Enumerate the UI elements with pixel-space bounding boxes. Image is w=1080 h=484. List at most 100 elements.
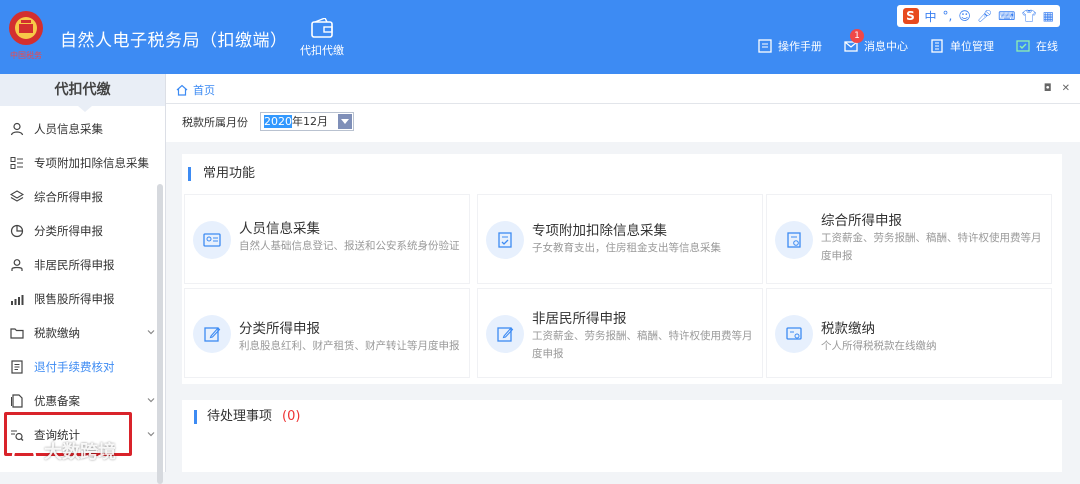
card-tax-payment[interactable]: 税款缴纳 个人所得税税款在线缴纳 [766,288,1052,378]
report-icon [775,221,813,259]
card-desc: 工资薪金、劳务报酬、稿酬、特许权使用费等月度申报 [532,330,753,360]
card-title: 人员信息采集 [239,221,320,237]
unit-management-link[interactable]: 单位管理 [930,38,994,54]
sidebar-item-restricted-shares[interactable]: 限售股所得申报 [0,282,165,316]
card-desc: 子女教育支出，住房租金支出等信息采集 [532,242,721,254]
common-functions-title: 常用功能 [188,167,255,181]
ime-lang[interactable]: 中 [925,8,937,25]
message-center-link[interactable]: 1 消息中心 [844,29,908,54]
person-icon [10,122,24,136]
wallet-icon [311,18,333,38]
manual-link[interactable]: 操作手册 [758,38,822,54]
sidebar-item-label: 税款缴纳 [34,326,80,340]
manual-icon [758,39,772,53]
online-icon [1016,40,1030,52]
pending-count[interactable]: (0) [282,409,300,424]
watermark-text: 大数跨境 [44,442,116,463]
card-desc: 工资薪金、劳务报酬、稿酬、特许权使用费等月度申报 [821,232,1042,262]
card-desc: 自然人基础信息登记、报送和公安系统身份验证 [239,240,460,252]
watermark-logo-icon [11,444,37,459]
sidebar-item-personnel-info[interactable]: 人员信息采集 [0,112,165,146]
sidebar-item-special-deduction[interactable]: 专项附加扣除信息采集 [0,146,165,180]
card-classified-income[interactable]: 分类所得申报 利息股息红利、财产租赁、财产转让等月度申报 [184,288,470,378]
card-nonresident-income[interactable]: 非居民所得申报 工资薪金、劳务报酬、稿酬、特许权使用费等月度申报 [477,288,763,378]
layers-icon [10,190,24,202]
manual-label: 操作手册 [778,40,822,53]
card-personnel-info[interactable]: 人员信息采集 自然人基础信息登记、报送和公安系统身份验证 [184,194,470,284]
top-header: 中国税务 自然人电子税务局（扣缴端） 代扣代缴 S 中 °, ☺ 🎤︎ ⌨ 👕︎… [0,0,1080,74]
period-select[interactable]: 2020年12月 [260,112,354,131]
card-title: 税款缴纳 [821,321,875,337]
sidebar-item-label: 人员信息采集 [34,122,103,136]
doc-check-icon [486,221,524,259]
card-comprehensive-income[interactable]: 综合所得申报 工资薪金、劳务报酬、稿酬、特许权使用费等月度申报 [766,194,1052,284]
person-outline-icon [11,259,23,271]
pie-icon [10,224,24,238]
card-desc: 个人所得税税款在线缴纳 [821,340,937,352]
sidebar-item-classified-income[interactable]: 分类所得申报 [0,214,165,248]
restore-icon[interactable]: ◘ [1044,83,1052,94]
sidebar-item-label: 分类所得申报 [34,224,103,238]
sidebar-scrollbar[interactable] [157,184,163,484]
list-icon [10,157,23,169]
pending-title-label: 待处理事项 [207,409,273,424]
close-icon[interactable]: ✕ [1062,83,1070,94]
tab-home[interactable]: 首页 [176,82,215,98]
watermark: 大数跨境 [10,438,116,464]
shirt-icon[interactable]: 👕︎ [1021,9,1036,23]
file-icon [11,394,23,408]
doc-icon [11,360,23,374]
common-functions-panel: 常用功能 人员信息采集 自然人基础信息登记、报送和公安系统身份验证 专项附加扣除… [182,154,1062,384]
card-title: 专项附加扣除信息采集 [532,223,667,239]
card-desc: 利息股息红利、财产租赁、财产转让等月度申报 [239,340,460,352]
sidebar: 代扣代缴 人员信息采集 专项附加扣除信息采集 综合所得申报 分类所得申报 非居民… [0,74,166,484]
sidebar-item-refund-fee-check[interactable]: 退付手续费核对 [0,350,165,384]
card-title: 非居民所得申报 [532,311,627,327]
message-badge: 1 [850,29,864,43]
nav-withholding[interactable]: 代扣代缴 [296,18,348,58]
unit-management-label: 单位管理 [950,40,994,53]
nav-withholding-label: 代扣代缴 [300,44,344,57]
keyboard-icon[interactable]: ⌨ [998,9,1015,23]
id-card-icon [193,221,231,259]
folder-icon [10,328,24,339]
sidebar-item-comprehensive-income[interactable]: 综合所得申报 [0,180,165,214]
dropdown-arrow-icon[interactable] [338,114,352,129]
building-icon [931,39,943,53]
ime-toolbar[interactable]: S 中 °, ☺ 🎤︎ ⌨ 👕︎ ▦ [896,5,1060,27]
period-month: 年12月 [292,115,328,128]
ime-punct[interactable]: °, [943,9,953,23]
sidebar-item-nonresident-income[interactable]: 非居民所得申报 [0,248,165,282]
payment-icon [775,315,813,353]
message-label: 消息中心 [864,40,908,53]
chevron-down-icon[interactable] [147,430,155,438]
sidebar-title: 代扣代缴 [0,74,165,112]
card-title: 分类所得申报 [239,321,320,337]
pending-panel: 待处理事项 (0) [182,400,1062,472]
emoji-icon[interactable]: ☺ [958,9,971,23]
chevron-down-icon[interactable] [147,328,155,336]
home-icon [176,84,188,96]
sidebar-item-label: 综合所得申报 [34,190,103,204]
online-label: 在线 [1036,40,1058,53]
tab-bar: 首页 ◘ ✕ [166,74,1080,104]
edit-icon [486,315,524,353]
ime-logo: S [902,8,919,24]
sidebar-item-tax-payment[interactable]: 税款缴纳 [0,316,165,350]
tab-home-label: 首页 [193,84,215,97]
grid-icon[interactable]: ▦ [1043,9,1054,23]
sidebar-item-label: 专项附加扣除信息采集 [34,156,149,170]
card-special-deduction[interactable]: 专项附加扣除信息采集 子女教育支出，住房租金支出等信息采集 [477,194,763,284]
bar-chart-icon [11,295,24,305]
period-row: 税款所属月份 2020年12月 [166,104,1080,142]
mic-icon[interactable]: 🎤︎ [977,9,992,23]
edit-icon [193,315,231,353]
sidebar-item-label: 限售股所得申报 [34,292,115,306]
period-year: 2020 [264,115,292,128]
chevron-down-icon[interactable] [147,396,155,404]
online-status[interactable]: 在线 [1016,38,1058,54]
card-title: 综合所得申报 [821,213,902,229]
svg-text:中国税务: 中国税务 [10,50,42,60]
pending-title: 待处理事项 (0) [194,410,300,424]
sidebar-item-label: 非居民所得申报 [34,258,115,272]
